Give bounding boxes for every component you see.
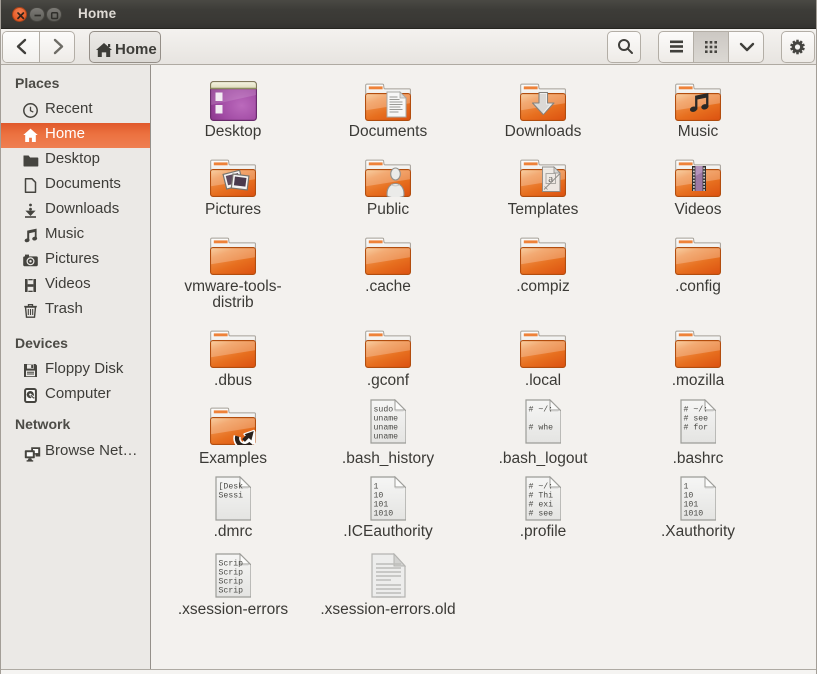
svg-text:# exi: # exi bbox=[529, 500, 554, 510]
svg-text:Sessi: Sessi bbox=[219, 491, 244, 501]
svg-text:Scrip: Scrip bbox=[219, 567, 244, 577]
svg-text:Scrip: Scrip bbox=[219, 576, 244, 586]
svg-text:10: 10 bbox=[374, 492, 384, 501]
svg-text:# Thi: # Thi bbox=[529, 491, 554, 501]
svg-text:1: 1 bbox=[374, 483, 379, 492]
svg-text:1010: 1010 bbox=[374, 510, 394, 519]
svg-text:# ~/:: # ~/: bbox=[529, 405, 554, 415]
svg-text:# ~/:: # ~/: bbox=[684, 405, 709, 415]
svg-text:[Desk: [Desk bbox=[219, 482, 244, 492]
svg-text:101: 101 bbox=[374, 501, 389, 510]
svg-text:uname: uname bbox=[374, 424, 399, 433]
svg-text:# ~/:: # ~/: bbox=[529, 482, 554, 492]
svg-text:uname: uname bbox=[374, 415, 399, 424]
svg-text:# whe: # whe bbox=[529, 423, 554, 433]
svg-text:1010: 1010 bbox=[684, 510, 704, 519]
svg-text:Scrip: Scrip bbox=[219, 585, 244, 595]
svg-text:1: 1 bbox=[684, 483, 689, 492]
svg-text:# see: # see bbox=[529, 510, 554, 519]
svg-text:Scrip: Scrip bbox=[219, 558, 244, 568]
svg-text:# for: # for bbox=[684, 423, 709, 433]
svg-text:10: 10 bbox=[684, 492, 694, 501]
svg-text:sudo: sudo bbox=[374, 405, 394, 415]
svg-text:uname: uname bbox=[374, 433, 399, 442]
svg-text:# see: # see bbox=[684, 415, 709, 424]
svg-text:101: 101 bbox=[684, 501, 699, 510]
